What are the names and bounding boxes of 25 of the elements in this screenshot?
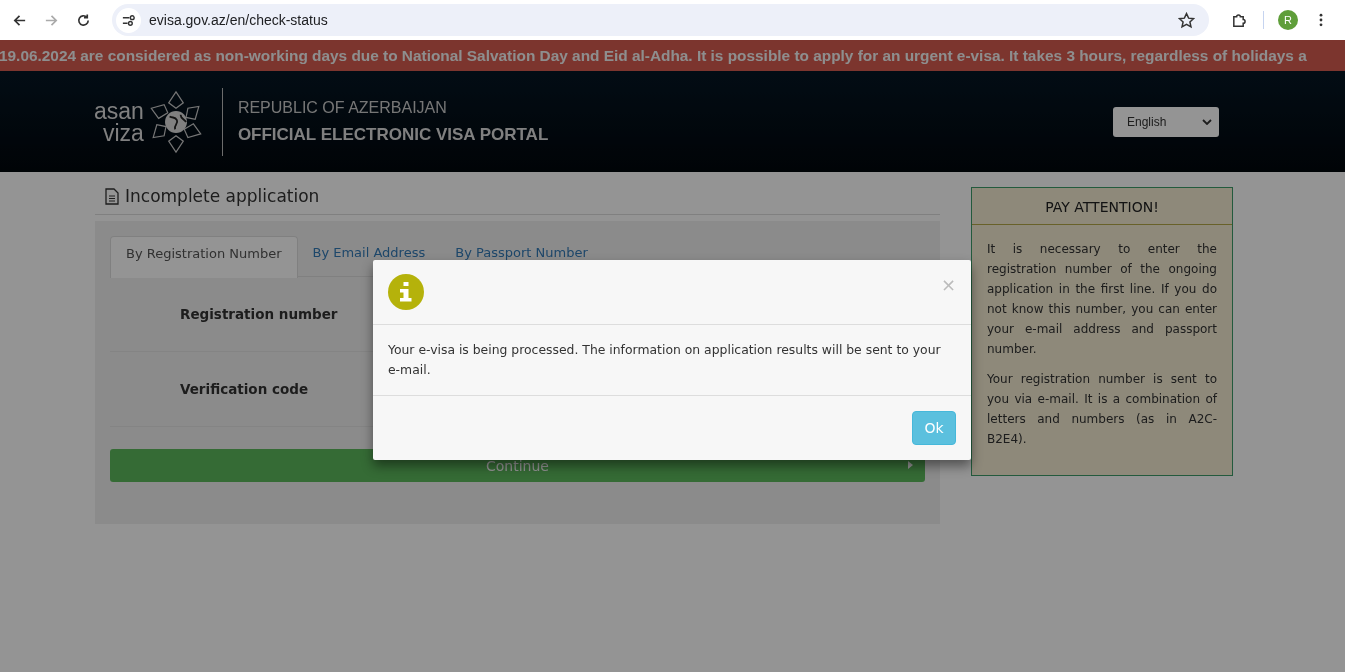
notice-paragraph: It is necessary to enter the registration number of the ongoing application in the first line. If you do not know this number, you can enter your e-mail address and passport number. xyxy=(987,241,1217,358)
field-label: Registration number xyxy=(180,306,338,322)
logo-word: viza xyxy=(102,121,144,144)
notice-box-title: PAY ATTENTION! xyxy=(972,188,1232,225)
page-heading: Incomplete application xyxy=(125,186,320,206)
site-settings-icon[interactable] xyxy=(116,7,141,33)
address-bar[interactable]: evisa.gov.az/en/check-status xyxy=(112,4,1209,36)
field-label: Verification code xyxy=(180,381,309,397)
country-title: REPUBLIC OF AZERBAIJAN xyxy=(237,98,448,117)
menu-icon[interactable] xyxy=(1319,13,1323,27)
ok-button[interactable]: Ok xyxy=(912,411,956,445)
logo-word: asan xyxy=(94,99,144,122)
document-icon xyxy=(105,187,119,205)
language-select[interactable]: English xyxy=(1113,106,1219,137)
close-button[interactable]: × xyxy=(940,274,956,295)
profile-avatar[interactable]: R xyxy=(1278,10,1298,30)
url-text: evisa.gov.az/en/check-status xyxy=(149,12,329,28)
chevron-down-icon xyxy=(1202,118,1212,125)
portal-title: OFFICIAL ELECTRONIC VISA PORTAL xyxy=(237,124,549,145)
notice-text: 19.06.2024 are considered as non-working days due to National Salvation Day and Eid al-Adha. It is possible to apply for an urgent e-visa. It takes 3 hours, regardless of holidays a xyxy=(0,46,1307,65)
tab[interactable]: By Registration Number xyxy=(110,236,298,278)
info-icon xyxy=(388,274,424,310)
dialog-message: Your e-visa is being processed. The information on application results will be sent to your e-mail. xyxy=(373,325,971,396)
notice-paragraph: Your registration number is sent to you via e-mail. It is a combination of letters and numbers (as in A2C-B2E4). xyxy=(987,371,1217,448)
bookmark-star-icon[interactable] xyxy=(1178,11,1195,29)
